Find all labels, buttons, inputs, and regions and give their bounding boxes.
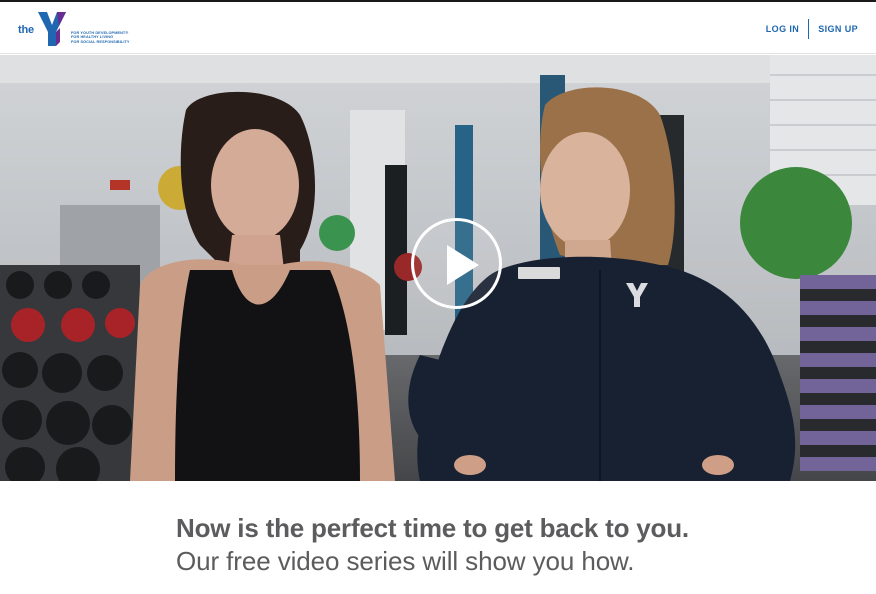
tagline-line-3: FOR SOCIAL RESPONSIBILITY [71, 39, 130, 44]
account-nav: LOG IN SIGN UP [766, 19, 858, 39]
play-icon [447, 245, 479, 285]
signup-link[interactable]: SIGN UP [818, 19, 858, 39]
ymca-logo[interactable]: the FOR YOUTH DEVELOPMENT® FOR HEALTHY L… [18, 8, 138, 50]
play-button[interactable] [411, 218, 502, 309]
login-link[interactable]: LOG IN [766, 19, 799, 39]
video-hero[interactable] [0, 55, 876, 481]
ymca-y-icon [38, 12, 66, 46]
promo-headline: Now is the perfect time to get back to y… [176, 513, 689, 543]
site-header: the FOR YOUTH DEVELOPMENT® FOR HEALTHY L… [0, 2, 876, 54]
promo-subline: Our free video series will show you how. [176, 546, 635, 576]
nav-divider [808, 19, 810, 39]
promo-copy: Now is the perfect time to get back to y… [176, 511, 816, 578]
logo-tagline: FOR YOUTH DEVELOPMENT® FOR HEALTHY LIVIN… [71, 31, 141, 44]
